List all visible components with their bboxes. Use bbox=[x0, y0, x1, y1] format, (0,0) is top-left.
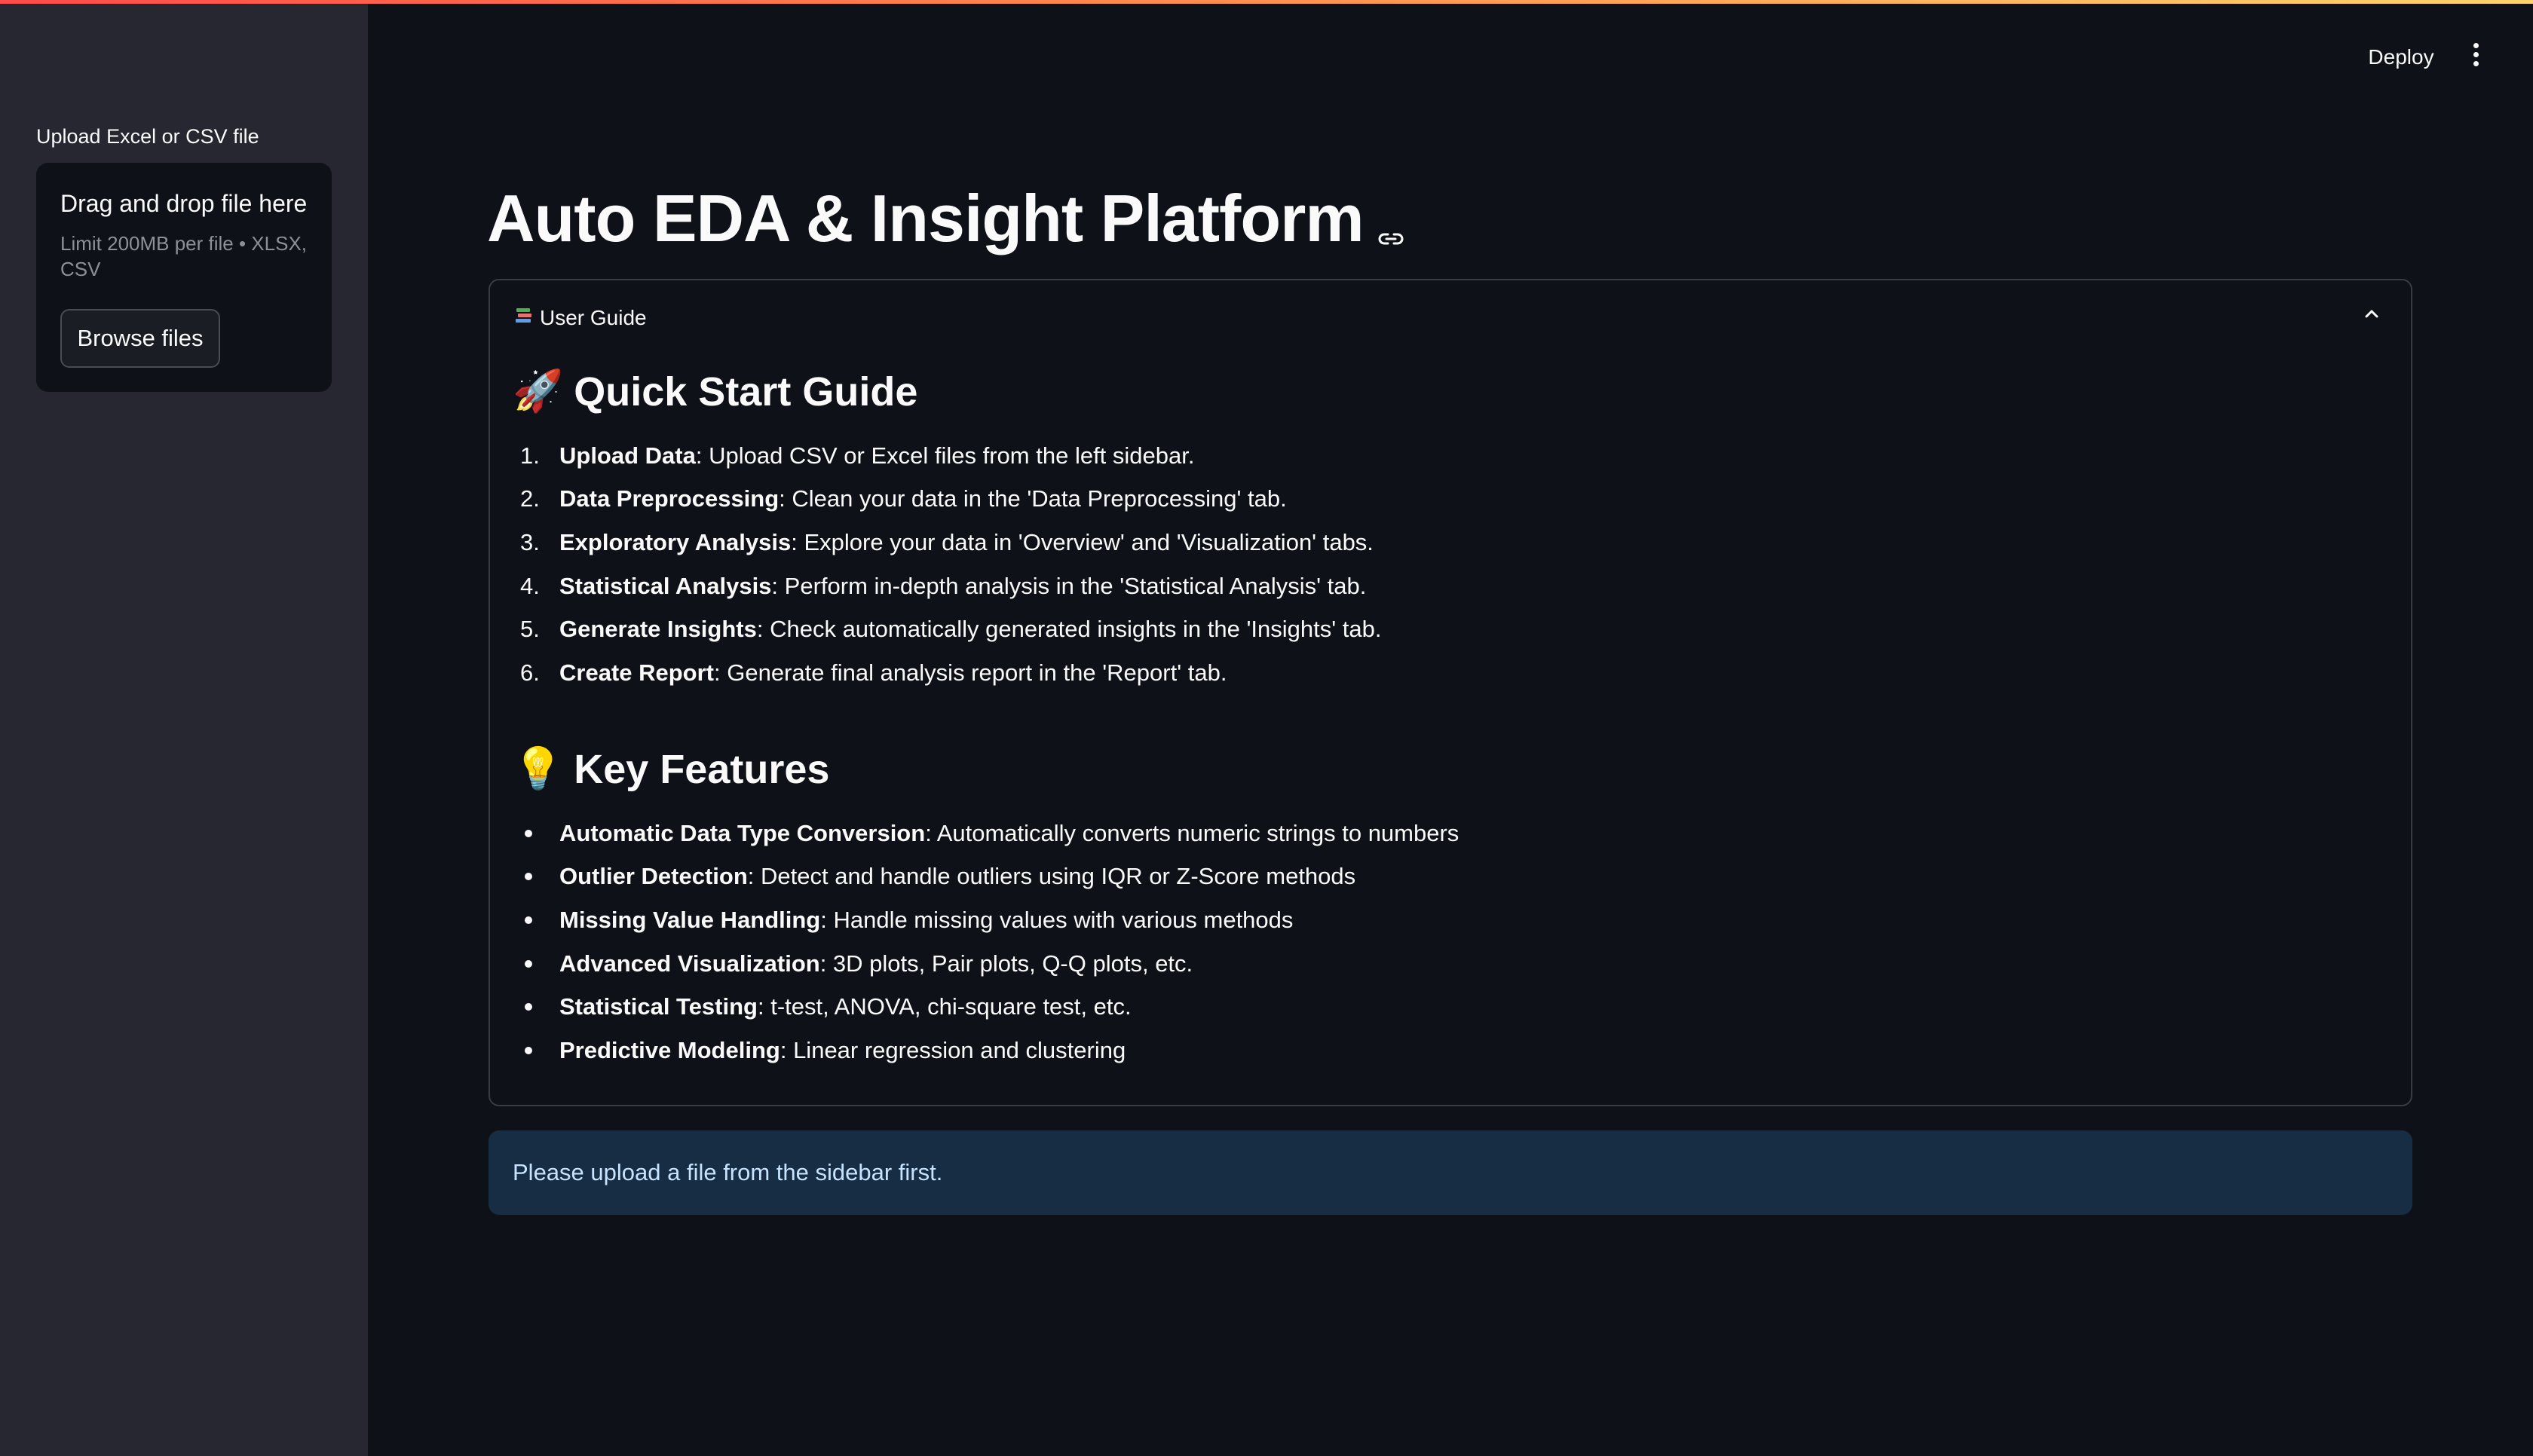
uploader-label: Upload Excel or CSV file bbox=[36, 125, 259, 148]
list-item: 4. Statistical Analysis: Perform in-depth… bbox=[520, 572, 1367, 599]
page-title: Auto EDA & Insight Platform bbox=[487, 175, 1404, 262]
list-item: 6. Create Report: Generate final analysis… bbox=[520, 659, 1227, 686]
key-features-heading: 💡 Key Features bbox=[513, 745, 829, 793]
expander-header[interactable]: User Guide bbox=[514, 303, 647, 333]
quick-start-heading: 🚀 Quick Start Guide bbox=[513, 368, 917, 415]
chevron-up-icon[interactable] bbox=[2363, 307, 2381, 323]
key-features-list: Automatic Data Type Conversion: Automati… bbox=[520, 812, 1459, 1072]
dropzone-hint: Limit 200MB per file • XLSX, CSV bbox=[60, 232, 308, 280]
browse-files-button[interactable]: Browse files bbox=[60, 309, 220, 368]
list-item: Outlier Detection: Detect and handle out… bbox=[520, 855, 1459, 899]
rocket-icon: 🚀 bbox=[513, 369, 564, 414]
list-item: 2. Data Preprocessing: Clean your data in… bbox=[520, 485, 1287, 512]
quick-start-steps: 1. Upload Data: Upload CSV or Excel files… bbox=[520, 434, 1382, 695]
books-icon bbox=[514, 306, 534, 331]
info-message: Please upload a file from the sidebar fi… bbox=[513, 1159, 943, 1185]
list-item: 3. Exploratory Analysis: Explore your dat… bbox=[520, 528, 1374, 555]
list-item: 1. Upload Data: Upload CSV or Excel files… bbox=[520, 442, 1195, 469]
user-guide-expander: User Guide 🚀 Quick Start Guide 1. Upload … bbox=[489, 279, 2412, 1106]
quick-start-heading-text: Quick Start Guide bbox=[574, 369, 918, 414]
link-icon[interactable] bbox=[1377, 185, 1404, 262]
list-item: 5. Generate Insights: Check automatically… bbox=[520, 616, 1382, 643]
info-alert: Please upload a file from the sidebar fi… bbox=[489, 1130, 2412, 1215]
dropzone-title: Drag and drop file here bbox=[60, 190, 308, 217]
expander-label: User Guide bbox=[540, 306, 647, 329]
deploy-button[interactable]: Deploy bbox=[2352, 41, 2450, 74]
sidebar: Upload Excel or CSV file Drag and drop f… bbox=[0, 0, 368, 1456]
list-item: Statistical Testing: t-test, ANOVA, chi-… bbox=[520, 985, 1459, 1029]
kebab-vertical-icon[interactable] bbox=[2461, 38, 2491, 71]
top-decoration-bar bbox=[0, 0, 2533, 4]
list-item: Automatic Data Type Conversion: Automati… bbox=[520, 812, 1459, 855]
page-title-text: Auto EDA & Insight Platform bbox=[487, 181, 1365, 255]
file-dropzone[interactable]: Drag and drop file here Limit 200MB per … bbox=[36, 163, 332, 392]
lightbulb-icon: 💡 bbox=[513, 746, 564, 791]
list-item: Predictive Modeling: Linear regression a… bbox=[520, 1029, 1459, 1072]
list-item: Advanced Visualization: 3D plots, Pair p… bbox=[520, 942, 1459, 986]
list-item: Missing Value Handling: Handle missing v… bbox=[520, 898, 1459, 942]
key-features-heading-text: Key Features bbox=[574, 746, 830, 792]
